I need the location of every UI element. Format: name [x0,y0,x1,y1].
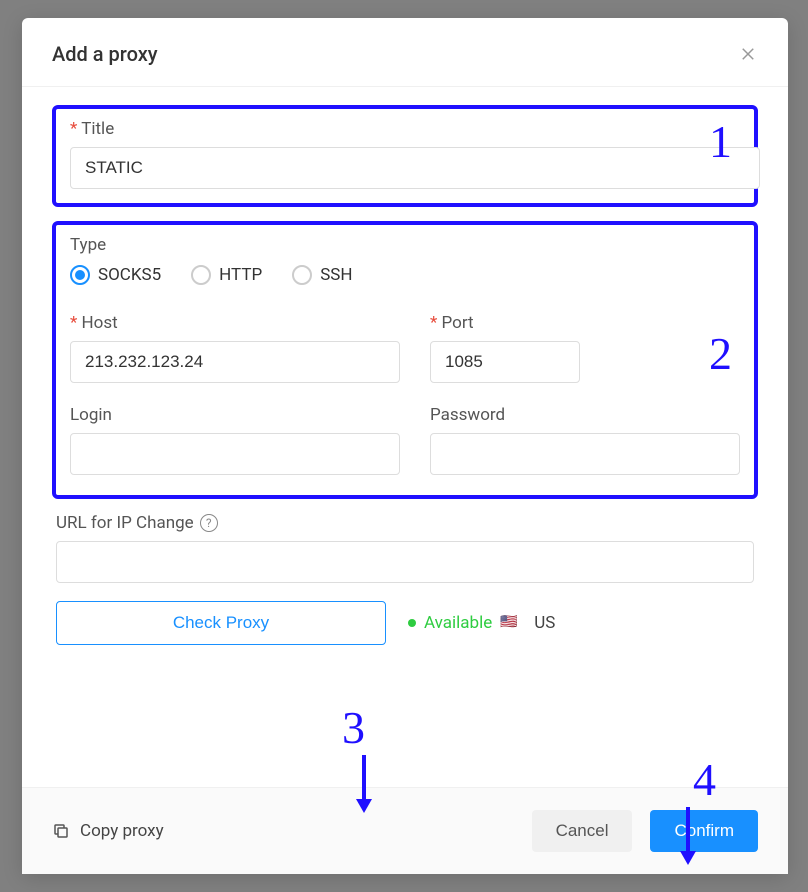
login-label: Login [70,405,400,425]
login-input[interactable] [70,433,400,475]
annotation-number-4: 4 [693,753,716,806]
close-button[interactable] [738,44,758,64]
type-section: Type SOCKS5 HTTP SSH [70,235,740,285]
copy-proxy-label: Copy proxy [80,821,164,841]
check-proxy-button[interactable]: Check Proxy [56,601,386,645]
radio-icon [191,265,211,285]
password-field: Password [430,405,740,475]
modal-title: Add a proxy [52,42,158,66]
annotation-number-1: 1 [709,119,732,165]
host-field: Host [70,313,400,383]
radio-http[interactable]: HTTP [191,265,262,285]
password-label: Password [430,405,740,425]
login-field: Login [70,405,400,475]
close-icon [739,45,757,63]
title-input[interactable] [70,147,760,189]
arrow-down-icon [352,755,376,815]
check-proxy-row: Check Proxy Available 🇺🇸 US [52,601,758,645]
port-input[interactable] [430,341,580,383]
country-code: US [534,613,555,633]
add-proxy-modal: Add a proxy 1 Title 2 Type SOCKS5 [22,18,788,874]
radio-icon [292,265,312,285]
status-dot-icon [408,619,416,627]
copy-icon [52,822,70,840]
title-label: Title [70,119,740,139]
copy-proxy-button[interactable]: Copy proxy [52,821,164,841]
radio-icon [70,265,90,285]
url-change-input[interactable] [56,541,754,583]
host-port-row: Host Port [70,313,740,383]
type-radio-group: SOCKS5 HTTP SSH [70,265,740,285]
radio-label: SOCKS5 [98,265,161,285]
flag-icon: 🇺🇸 [500,614,526,632]
type-label: Type [70,235,740,255]
url-change-section: URL for IP Change ? [52,513,758,583]
radio-ssh[interactable]: SSH [292,265,352,285]
footer-buttons: Cancel Confirm [532,810,758,852]
host-input[interactable] [70,341,400,383]
annotation-box-2: 2 Type SOCKS5 HTTP SSH [52,221,758,499]
modal-header: Add a proxy [22,18,788,87]
modal-footer: Copy proxy Cancel Confirm [22,787,788,874]
annotation-number-3: 3 [342,701,365,754]
password-input[interactable] [430,433,740,475]
port-label: Port [430,313,580,333]
modal-body: 1 Title 2 Type SOCKS5 HTTP [22,87,788,787]
cancel-button[interactable]: Cancel [532,810,633,852]
url-change-label: URL for IP Change [56,513,194,533]
confirm-button[interactable]: Confirm [650,810,758,852]
annotation-box-1: 1 Title [52,105,758,207]
proxy-status: Available 🇺🇸 US [408,613,555,633]
radio-label: SSH [320,265,352,285]
status-text: Available [424,613,492,633]
port-field: Port [430,313,580,383]
host-label: Host [70,313,400,333]
annotation-number-2: 2 [709,331,732,377]
radio-socks5[interactable]: SOCKS5 [70,265,161,285]
radio-label: HTTP [219,265,262,285]
help-icon[interactable]: ? [200,514,218,532]
login-password-row: Login Password [70,405,740,475]
arrow-down-icon [676,807,700,867]
